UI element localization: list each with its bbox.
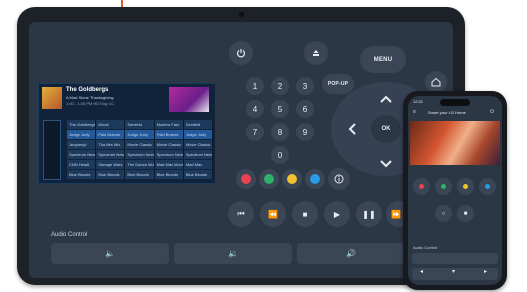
fast-forward-icon: ⏩	[391, 209, 401, 219]
home-button[interactable]	[425, 71, 447, 93]
skip-back-icon: ⏮	[237, 209, 245, 218]
guide-row[interactable]: Blue Bloods Blue Bloods Blue Bloods Blue Bl…	[67, 170, 214, 179]
phone-green-button[interactable]	[435, 178, 452, 195]
digit-button[interactable]: 8	[271, 123, 289, 141]
digit-button[interactable]: 7	[246, 123, 264, 141]
red-dot	[419, 184, 424, 189]
digit-button[interactable]: 3	[296, 77, 314, 95]
circle-icon: ○	[441, 210, 446, 217]
guide-show-title: The Goldbergs	[66, 87, 109, 93]
guide-row[interactable]: Spectrum News Spectrum News Spectrum News S…	[67, 150, 214, 159]
play-icon: ▶	[333, 209, 341, 219]
blue-dot	[310, 174, 320, 184]
digit-button[interactable]: 0	[271, 146, 289, 164]
yellow-dot	[463, 184, 468, 189]
phone-power-icon[interactable]: ⏻	[490, 109, 494, 115]
volume-down-button[interactable]: 🔉	[174, 243, 292, 264]
guide-row-header: The Goldbergs Worst Seinfeld Modern Fam Sein…	[67, 120, 214, 129]
phone-red-button[interactable]	[413, 178, 430, 195]
phone-volume-down-icon[interactable]: ◂	[420, 268, 423, 275]
menu-button[interactable]: MENU	[360, 46, 406, 73]
guide-row[interactable]: Judge Judy Paid Brands Judge Judy Paid Bran…	[67, 130, 214, 139]
stop-button[interactable]: ■	[292, 201, 318, 227]
tv-guide-preview[interactable]: The Goldbergs A Mad Stone Thanksgiving 1…	[38, 83, 216, 184]
digit-button[interactable]: 6	[296, 100, 314, 118]
dpad-down-icon[interactable]	[379, 155, 393, 173]
input-button[interactable]	[304, 41, 328, 65]
info-icon	[334, 174, 344, 184]
phone-yellow-button[interactable]	[457, 178, 474, 195]
previous-button[interactable]: ⏮	[228, 201, 254, 227]
dpad-up-icon[interactable]	[379, 91, 393, 109]
phone-title: Smart your LG Home	[428, 110, 466, 115]
mute-button[interactable]: 🔈	[51, 243, 169, 264]
guide-meta: 1:00 - 1:30 PM HD Eng CC	[66, 101, 115, 106]
rewind-icon: ⏪	[268, 209, 278, 219]
digit-button[interactable]: 4	[246, 100, 264, 118]
audio-control-label: Audio Control	[51, 232, 88, 238]
digit-button[interactable]: 9	[296, 123, 314, 141]
phone-video-thumbnail	[410, 121, 500, 165]
phone-stop-button[interactable]: ■	[457, 205, 474, 222]
speaker-low-icon: 🔉	[228, 249, 238, 258]
stop-icon: ■	[302, 209, 308, 219]
guide-row[interactable]: Jeopardy! Tha Mrs Mix Movie Classic Movie C…	[67, 140, 214, 149]
volume-up-button[interactable]: 🔊	[297, 243, 405, 264]
red-button[interactable]	[236, 169, 256, 189]
input-icon	[313, 50, 319, 56]
guide-row[interactable]: CNN HeadlStorage WarsThe Dance MomsMad M…	[67, 160, 214, 169]
yellow-dot	[287, 174, 297, 184]
popup-button[interactable]: POP-UP	[322, 74, 354, 94]
phone-mute-icon[interactable]: ▾	[452, 268, 455, 275]
phone-audio-bar	[412, 253, 498, 264]
ok-button[interactable]: OK	[371, 115, 401, 143]
guide-show-art	[42, 87, 62, 109]
phone-menu-icon[interactable]: ≡	[413, 109, 416, 115]
stop-icon: ■	[463, 210, 468, 217]
guide-channel-column	[43, 120, 61, 180]
guide-preview-video	[169, 87, 209, 112]
green-dot	[441, 184, 446, 189]
blue-dot	[485, 184, 490, 189]
power-icon	[236, 49, 246, 58]
phone-circle-button[interactable]: ○	[435, 205, 452, 222]
guide-episode-title: A Mad Stone Thanksgiving	[66, 95, 114, 100]
green-dot	[264, 174, 274, 184]
tablet-camera	[239, 12, 244, 17]
phone-audio-control-label: Audio Control	[413, 245, 438, 250]
phone-blue-button[interactable]	[479, 178, 496, 195]
power-button[interactable]	[229, 41, 253, 65]
info-button[interactable]	[328, 168, 350, 190]
blue-button[interactable]	[305, 169, 325, 189]
yellow-button[interactable]	[282, 169, 302, 189]
pause-button[interactable]: ❚❚	[356, 201, 382, 227]
phone-time: 12:31	[413, 99, 424, 104]
digit-button[interactable]: 2	[271, 77, 289, 95]
pause-icon: ❚❚	[362, 209, 376, 219]
play-button[interactable]: ▶	[324, 201, 350, 227]
digit-button[interactable]: 1	[246, 77, 264, 95]
dpad-left-icon[interactable]	[348, 122, 357, 141]
rewind-button[interactable]: ⏪	[260, 201, 286, 227]
home-icon	[431, 77, 441, 87]
red-dot	[241, 174, 251, 184]
speaker-mute-icon: 🔈	[105, 249, 115, 258]
phone-dynamic-island	[440, 99, 470, 106]
phone-volume-up-icon[interactable]: ▸	[484, 268, 487, 275]
green-button[interactable]	[259, 169, 279, 189]
speaker-high-icon: 🔊	[346, 249, 356, 258]
digit-button[interactable]: 5	[271, 100, 289, 118]
